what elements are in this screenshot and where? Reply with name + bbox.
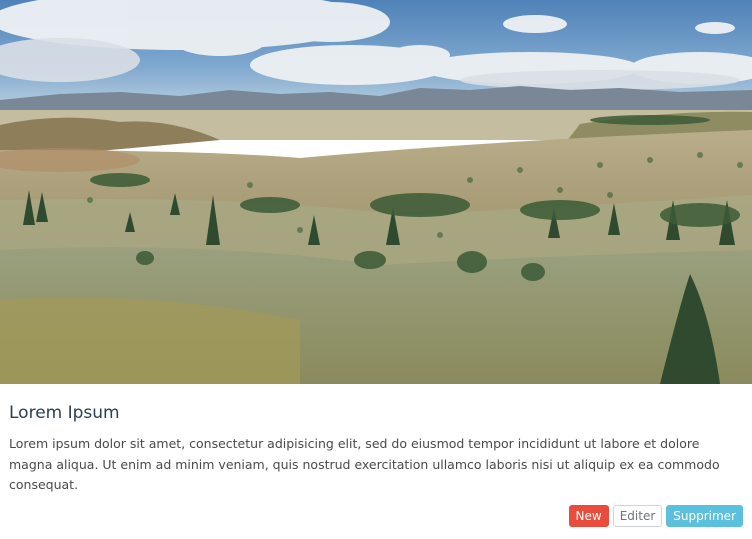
edit-button[interactable]: Editer	[612, 505, 663, 527]
card-text: Lorem ipsum dolor sit amet, consectetur …	[9, 436, 720, 492]
delete-button[interactable]: Supprimer	[666, 505, 743, 527]
card-title: Lorem Ipsum	[9, 403, 120, 423]
card-actions: New Editer Supprimer	[568, 505, 743, 527]
new-button[interactable]: New	[568, 505, 609, 527]
card-body: Lorem Ipsum Lorem ipsum dolor sit amet, …	[9, 400, 745, 496]
card: Lorem Ipsum Lorem ipsum dolor sit amet, …	[0, 0, 752, 539]
landscape-image	[0, 0, 752, 384]
